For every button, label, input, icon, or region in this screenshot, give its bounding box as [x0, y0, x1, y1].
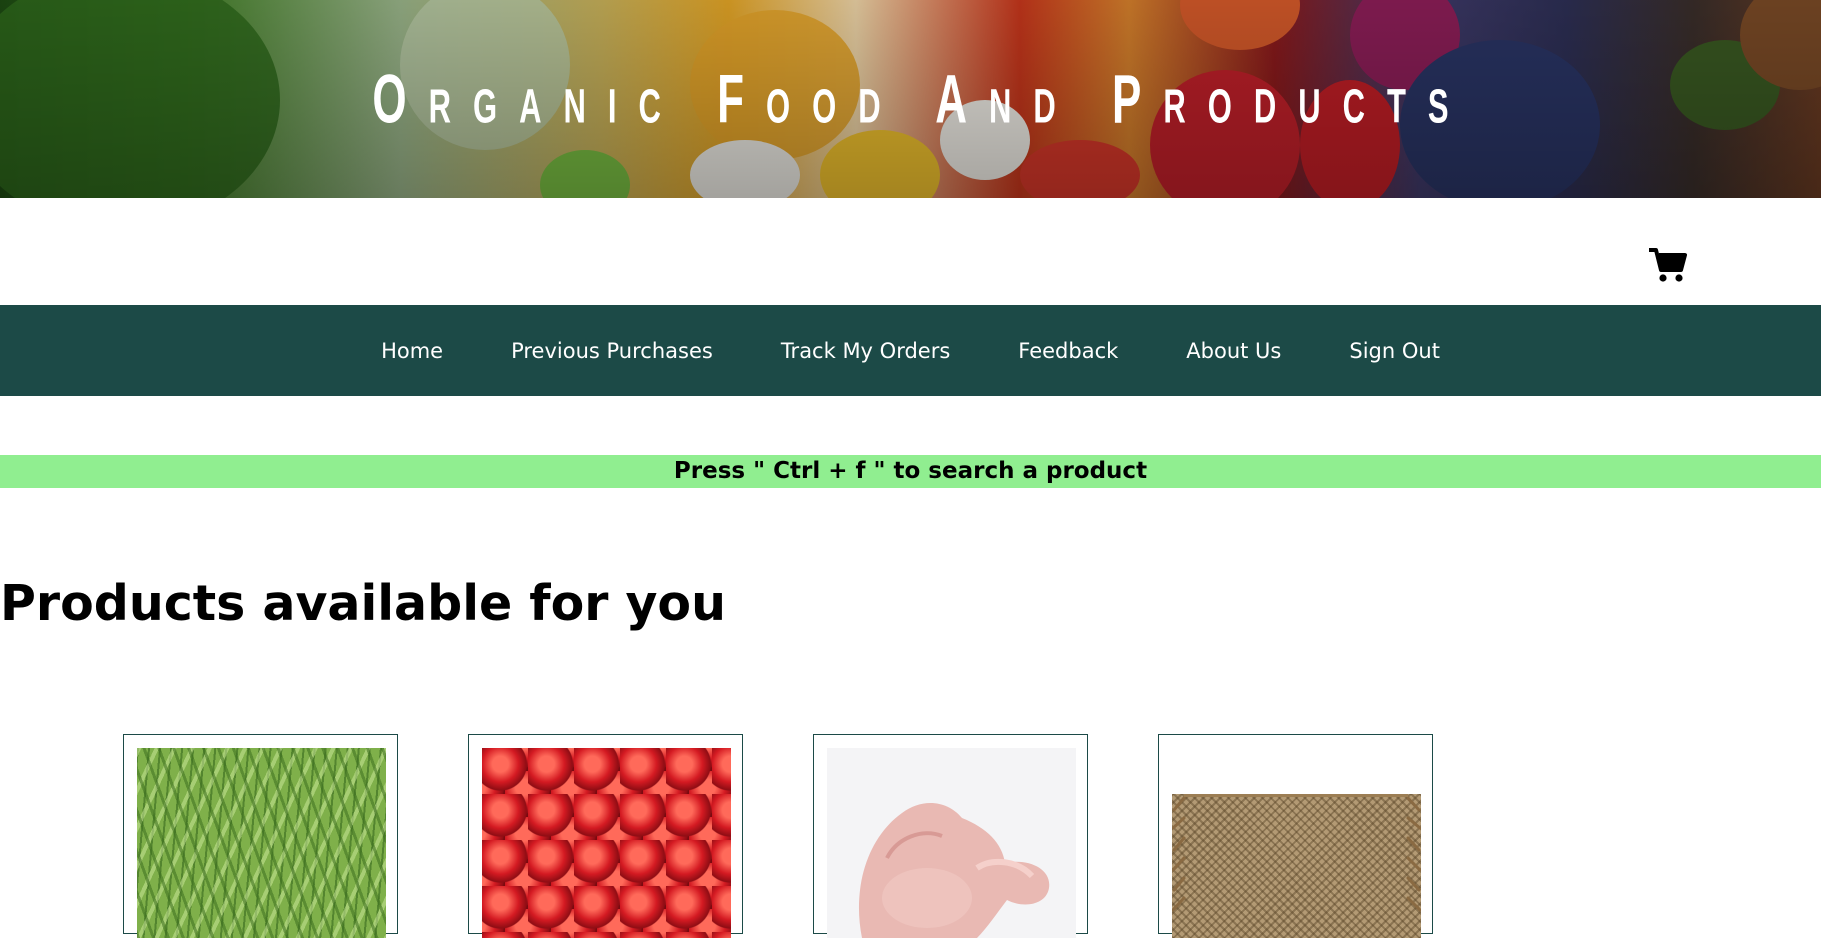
product-image-red-apples[interactable]: [482, 748, 731, 938]
header-banner: Organic Food And Products: [0, 0, 1821, 198]
nav-item-previous-purchases[interactable]: Previous Purchases: [511, 339, 713, 363]
products-heading: Products available for you: [0, 575, 726, 632]
main-navigation: Home Previous Purchases Track My Orders …: [0, 305, 1821, 396]
shopping-cart-icon[interactable]: [1648, 246, 1688, 284]
banner-title: Organic Food And Products: [372, 62, 1471, 138]
product-card[interactable]: [123, 734, 398, 938]
nav-item-track-my-orders[interactable]: Track My Orders: [781, 339, 950, 363]
product-card[interactable]: [468, 734, 743, 938]
nav-item-sign-out[interactable]: Sign Out: [1349, 339, 1440, 363]
product-card[interactable]: [1158, 734, 1433, 938]
product-card[interactable]: [813, 734, 1088, 938]
product-image-jute-mat[interactable]: [1172, 748, 1421, 938]
nav-item-about-us[interactable]: About Us: [1186, 339, 1281, 363]
search-hint-banner: Press " Ctrl + f " to search a product: [0, 455, 1821, 488]
mat-fringe: [1172, 748, 1421, 912]
product-image-green-beans[interactable]: [137, 748, 386, 938]
nav-item-feedback[interactable]: Feedback: [1018, 339, 1118, 363]
chicken-illustration: [858, 802, 1050, 938]
product-image-raw-chicken[interactable]: [827, 748, 1076, 938]
nav-item-home[interactable]: Home: [381, 339, 443, 363]
